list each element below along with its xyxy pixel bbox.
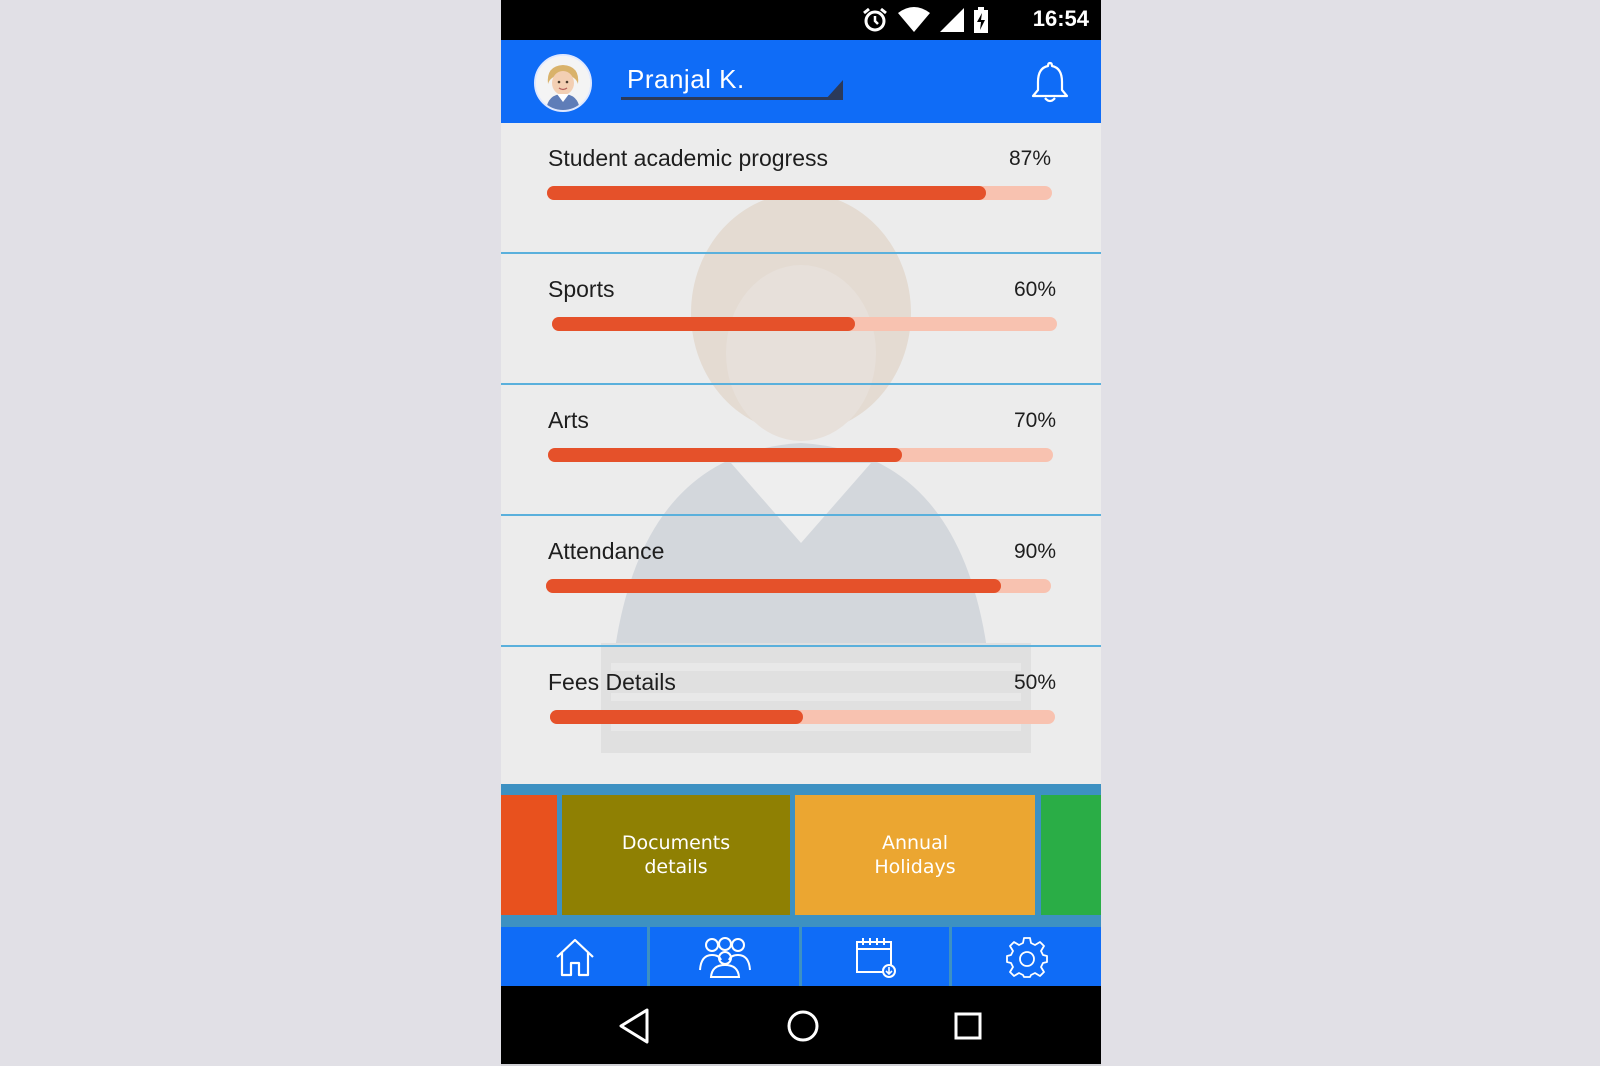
metric-label: Student academic progress	[548, 145, 828, 171]
signal-icon	[940, 8, 964, 32]
progress-track	[550, 710, 1055, 724]
dropdown-caret-icon	[825, 80, 843, 100]
progress-fill	[552, 317, 855, 331]
settings-gear-icon	[1005, 936, 1048, 978]
status-bar: 16:54	[501, 0, 1101, 40]
status-time: 16:54	[1032, 6, 1089, 31]
tile-annual-holidays[interactable]: Annual Holidays	[795, 795, 1035, 915]
progress-content: Student academic progress 87% Sports 60%…	[501, 123, 1101, 784]
profile-selector-dropdown[interactable]: Pranjal K.	[621, 60, 846, 102]
alarm-icon	[863, 7, 887, 32]
nav-settings[interactable]	[952, 927, 1101, 986]
tile-label: Documents details	[622, 831, 730, 879]
home-circle-icon[interactable]	[783, 1006, 823, 1046]
metric-row: Attendance 90%	[501, 516, 1101, 647]
profile-name: Pranjal K.	[627, 64, 745, 94]
battery-charging-icon	[974, 7, 988, 33]
calendar-download-icon	[856, 937, 896, 978]
metric-label: Attendance	[548, 538, 665, 564]
back-icon[interactable]	[615, 1006, 655, 1046]
metric-percent: 50%	[1013, 671, 1056, 694]
nav-calendar[interactable]	[802, 927, 950, 986]
tile-label-line2: details	[644, 856, 708, 878]
metric-label: Fees Details	[548, 669, 676, 695]
tile-partial-right[interactable]	[1041, 795, 1101, 915]
metric-row: Arts 70%	[501, 385, 1101, 516]
app-header: Pranjal K.	[501, 40, 1101, 123]
tile-label-line1: Annual	[881, 832, 949, 854]
metric-row: Student academic progress 87%	[501, 123, 1101, 254]
recents-icon[interactable]	[948, 1006, 988, 1046]
tile-label-line2: Holidays	[874, 856, 956, 878]
progress-fill	[546, 579, 1001, 593]
bottom-navigation	[501, 927, 1101, 986]
tile-partial-left[interactable]	[501, 795, 557, 915]
system-navigation-bar	[501, 986, 1101, 1066]
progress-track	[547, 186, 1052, 200]
metric-label: Sports	[548, 276, 615, 302]
metric-percent: 70%	[1013, 409, 1056, 432]
nav-people[interactable]	[650, 927, 800, 986]
metric-row: Sports 60%	[501, 254, 1101, 385]
people-icon	[699, 936, 751, 978]
tile-label-line1: Documents	[621, 832, 731, 854]
phone-screen: 16:54 Pranjal K. Student academic progre…	[501, 0, 1101, 1066]
metric-percent: 90%	[1013, 540, 1056, 563]
tile-documents-details[interactable]: Documents details	[562, 795, 790, 915]
progress-fill	[547, 186, 987, 200]
tile-label: Annual Holidays	[874, 831, 955, 879]
tiles-strip: Documents details Annual Holidays	[501, 784, 1101, 927]
home-icon	[555, 938, 594, 976]
progress-track	[548, 448, 1053, 462]
status-icons	[861, 7, 989, 33]
progress-fill	[548, 448, 902, 462]
progress-track	[552, 317, 1057, 331]
progress-fill	[550, 710, 803, 724]
dropdown-underline	[621, 97, 843, 100]
avatar-image	[536, 56, 590, 110]
progress-track	[546, 579, 1051, 593]
avatar[interactable]	[534, 54, 592, 112]
metric-percent: 87%	[1008, 147, 1051, 170]
metric-label: Arts	[548, 407, 589, 433]
nav-home[interactable]	[501, 927, 648, 986]
bell-icon[interactable]	[1029, 60, 1071, 104]
wifi-icon	[898, 7, 930, 32]
metric-row: Fees Details 50%	[501, 647, 1101, 778]
metric-percent: 60%	[1013, 278, 1056, 301]
